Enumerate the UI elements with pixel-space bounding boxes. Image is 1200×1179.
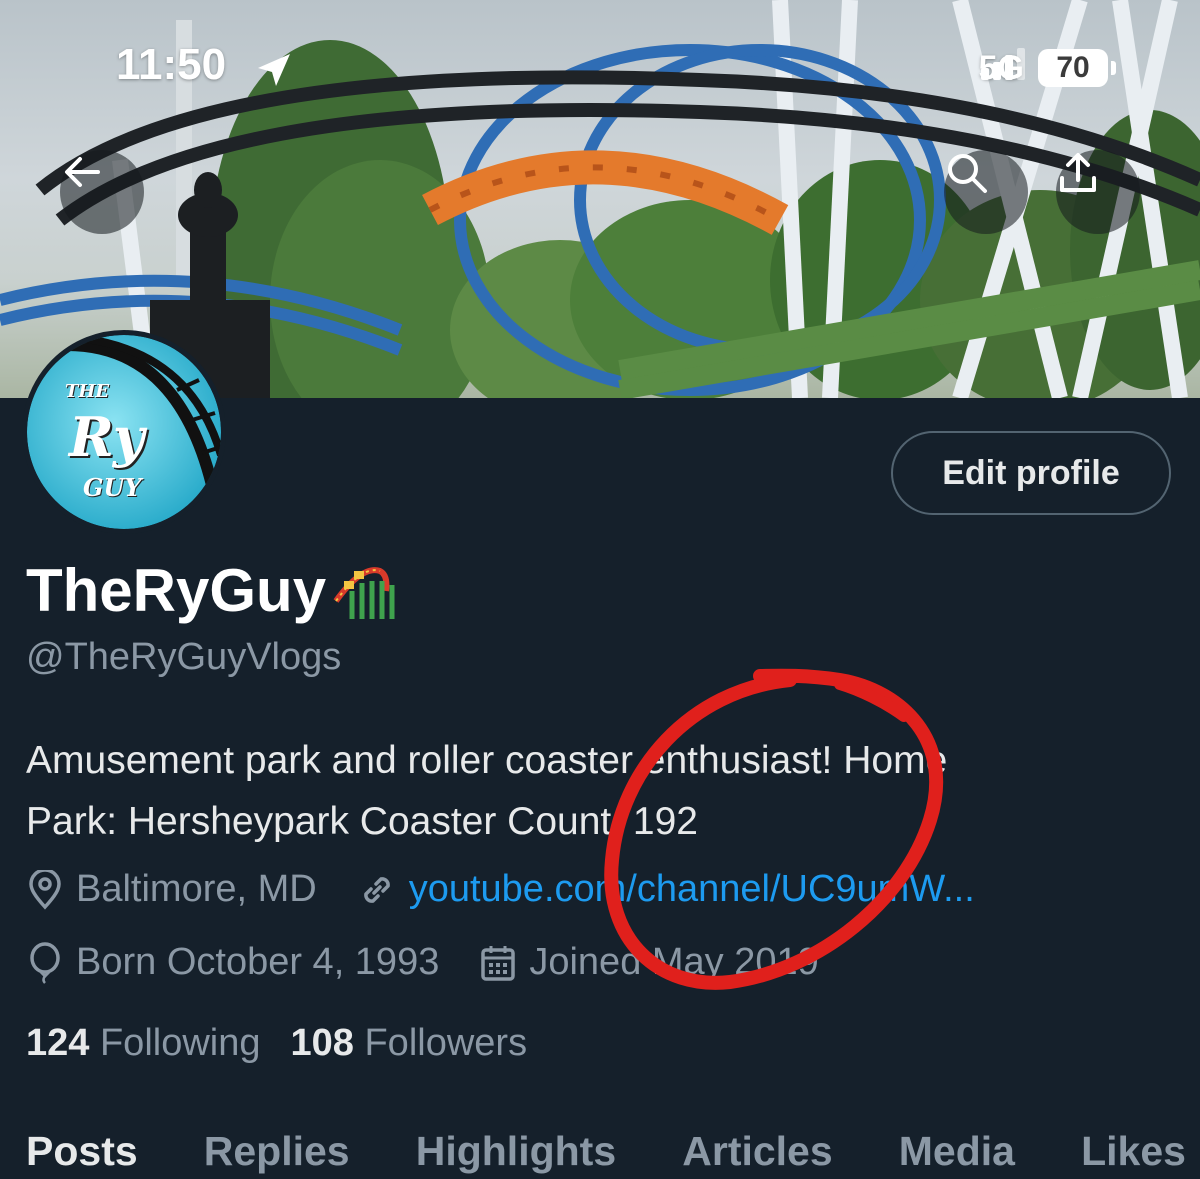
tab-replies[interactable]: Replies — [204, 1128, 350, 1175]
bio-line: Park: Hersheypark Coaster Count: 192 — [26, 800, 698, 843]
tab-likes[interactable]: Likes — [1081, 1128, 1186, 1175]
back-arrow-icon — [65, 157, 100, 187]
status-indicators: 5G 70 — [979, 46, 1116, 90]
tab-posts[interactable]: Posts — [26, 1128, 138, 1175]
following-count: 124 — [26, 1022, 90, 1064]
calendar-icon — [481, 945, 516, 981]
battery-icon: 70 — [1038, 49, 1116, 87]
profile-meta-row-2: Born October 4, 1993 Joined May 2019 — [26, 941, 859, 984]
bio-line: Amusement park and roller coaster enthus… — [26, 739, 948, 782]
avatar-text-the: THE — [65, 381, 110, 402]
battery-level: 70 — [1056, 51, 1090, 84]
share-icon — [1060, 153, 1096, 192]
tab-highlights[interactable]: Highlights — [416, 1128, 616, 1175]
location-item: Baltimore, MD — [26, 868, 317, 911]
joined-text: Joined May 2019 — [529, 941, 819, 983]
avatar-text-ry: Ry — [69, 405, 145, 469]
website-item[interactable]: youtube.com/channel/UC9umW... — [357, 868, 975, 911]
website-link[interactable]: youtube.com/channel/UC9umW... — [409, 868, 975, 911]
back-button[interactable] — [60, 150, 144, 234]
profile-tabs: Posts Replies Highlights Articles Media … — [26, 1128, 1186, 1175]
followers-label: Followers — [364, 1022, 528, 1064]
location-pin-icon — [29, 869, 61, 910]
avatar-text-guy: GUY — [83, 473, 142, 502]
tab-articles[interactable]: Articles — [682, 1128, 832, 1175]
birthday-item: Born October 4, 1993 — [26, 941, 439, 984]
joined-item: Joined May 2019 — [479, 941, 819, 984]
location-text: Baltimore, MD — [76, 868, 317, 910]
avatar[interactable]: THE Ry GUY — [22, 330, 226, 534]
search-button[interactable] — [944, 150, 1028, 234]
followers-count: 108 — [290, 1022, 354, 1064]
profile-handle: @TheRyGuyVlogs — [26, 636, 342, 678]
birthday-text: Born October 4, 1993 — [76, 941, 440, 983]
followers-link[interactable]: 108 Followers — [291, 1022, 528, 1065]
tab-media[interactable]: Media — [899, 1128, 1015, 1175]
display-name-text: TheRyGuy — [26, 557, 327, 624]
following-label: Following — [99, 1022, 261, 1064]
follow-counts: 124 Following 108 Followers — [26, 1022, 527, 1065]
link-icon — [363, 876, 390, 903]
search-icon — [948, 154, 987, 193]
roller-coaster-emoji-icon — [333, 566, 395, 619]
balloon-icon — [30, 941, 60, 984]
following-link[interactable]: 124 Following — [26, 1022, 261, 1065]
status-time: 11:50 — [116, 40, 227, 89]
display-name: TheRyGuy — [26, 556, 398, 625]
profile-meta-row-1: Baltimore, MD youtube.com/channel/UC9umW… — [26, 868, 1015, 911]
location-arrow-icon — [258, 54, 290, 86]
edit-profile-button[interactable]: Edit profile — [891, 431, 1171, 515]
signal-bars-icon — [980, 48, 1025, 80]
profile-bio: Amusement park and roller coaster enthus… — [26, 730, 1146, 852]
share-button[interactable] — [1056, 150, 1140, 234]
profile-banner[interactable]: 11:50 5G 70 — [0, 0, 1200, 398]
